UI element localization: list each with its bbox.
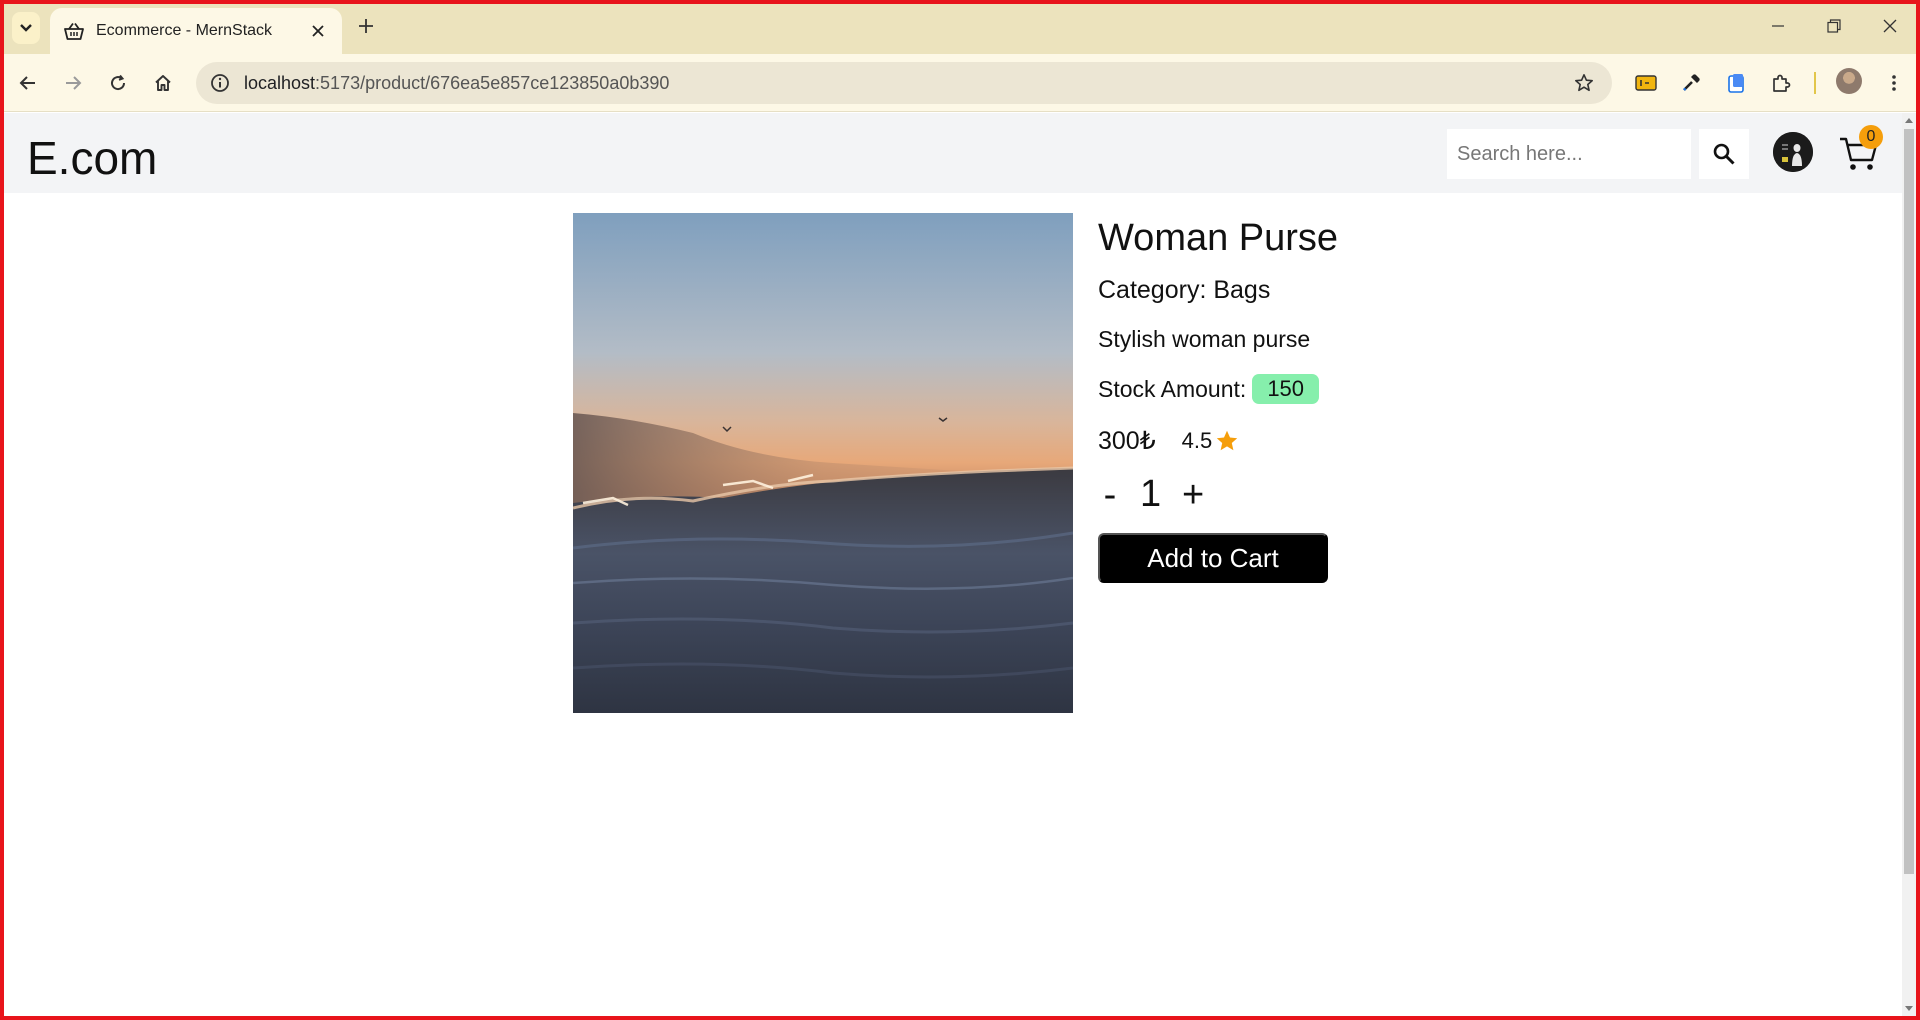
url-host: localhost — [244, 72, 316, 93]
scroll-down-arrow[interactable] — [1905, 1006, 1913, 1011]
close-window-button[interactable] — [1878, 14, 1902, 38]
extensions-button[interactable] — [1765, 67, 1797, 99]
reload-button[interactable] — [102, 67, 134, 99]
home-icon — [155, 75, 171, 91]
address-bar[interactable]: localhost:5173/product/676ea5e857ce12385… — [196, 62, 1612, 104]
extension-clipboard-button[interactable] — [1720, 67, 1752, 99]
add-to-cart-button[interactable]: Add to Cart — [1098, 533, 1328, 583]
arrow-left-icon — [19, 76, 35, 90]
chevron-down-icon — [20, 24, 32, 32]
site-logo[interactable]: E.com — [27, 131, 157, 185]
product-title: Woman Purse — [1098, 217, 1339, 259]
site-navbar: E.com 0 — [4, 113, 1902, 193]
price-rating-row: 300₺ 4.5 — [1098, 426, 1239, 456]
new-tab-button[interactable] — [354, 14, 378, 38]
arrow-right-icon — [66, 76, 82, 90]
browser-menu-button[interactable] — [1878, 67, 1910, 99]
site-info-icon[interactable] — [210, 73, 230, 93]
tab-search-button[interactable] — [12, 12, 40, 44]
quantity-value: 1 — [1140, 473, 1162, 515]
scroll-up-arrow[interactable] — [1905, 118, 1913, 123]
page-viewport: E.com 0 — [4, 113, 1902, 1016]
product-photo — [573, 213, 1073, 713]
tab-title: Ecommerce - MernStack — [96, 22, 273, 39]
forward-button[interactable] — [57, 67, 89, 99]
basket-icon — [64, 22, 84, 40]
quantity-stepper: - 1 + — [1098, 473, 1205, 516]
close-tab-icon[interactable] — [308, 21, 328, 41]
plus-icon — [359, 19, 373, 33]
user-avatar[interactable] — [1773, 132, 1813, 172]
url-path: :5173/product/676ea5e857ce123850a0b390 — [315, 72, 670, 93]
extension-eyedropper-button[interactable] — [1675, 67, 1707, 99]
search-button[interactable] — [1699, 129, 1749, 179]
stock-badge: 150 — [1252, 374, 1320, 404]
minimize-icon — [1772, 25, 1784, 27]
search-input[interactable] — [1447, 129, 1691, 179]
product-category: Category: Bags — [1098, 276, 1271, 304]
wallet-icon — [1635, 75, 1657, 91]
browser-tabstrip: Ecommerce - MernStack — [0, 0, 1920, 54]
stock-label: Stock Amount: — [1098, 375, 1247, 402]
user-photo-icon — [1773, 132, 1813, 172]
minimize-button[interactable] — [1766, 14, 1790, 38]
toolbar-separator — [1814, 72, 1816, 94]
clipboard-icon — [1728, 74, 1744, 93]
star-icon — [1215, 429, 1239, 453]
puzzle-icon — [1773, 74, 1791, 92]
increase-quantity-button[interactable]: + — [1181, 476, 1205, 514]
product-image — [573, 213, 1073, 713]
search-icon — [1713, 143, 1735, 165]
product-stock: Stock Amount: 150 — [1098, 374, 1320, 404]
back-button[interactable] — [12, 67, 44, 99]
decrease-quantity-button[interactable]: - — [1098, 476, 1122, 514]
page-scrollbar[interactable] — [1902, 113, 1916, 1016]
product-price: 300₺ — [1098, 427, 1156, 455]
cart-count-badge: 0 — [1859, 125, 1883, 149]
browser-toolbar: localhost:5173/product/676ea5e857ce12385… — [0, 54, 1920, 112]
close-icon — [1883, 19, 1897, 33]
product-description: Stylish woman purse — [1098, 326, 1311, 352]
scroll-thumb[interactable] — [1904, 129, 1914, 874]
eyedropper-icon — [1683, 74, 1700, 91]
extension-wallet-button[interactable] — [1630, 67, 1662, 99]
reload-icon — [111, 74, 126, 91]
restore-button[interactable] — [1822, 14, 1846, 38]
browser-tab-active[interactable]: Ecommerce - MernStack — [50, 8, 342, 54]
bookmark-star-icon[interactable] — [1574, 73, 1594, 93]
kebab-menu-icon — [1892, 75, 1896, 91]
url-text: localhost:5173/product/676ea5e857ce12385… — [244, 73, 1574, 94]
product-rating: 4.5 — [1181, 428, 1213, 453]
restore-icon — [1827, 19, 1841, 33]
profile-avatar[interactable] — [1836, 68, 1862, 94]
home-button[interactable] — [147, 67, 179, 99]
